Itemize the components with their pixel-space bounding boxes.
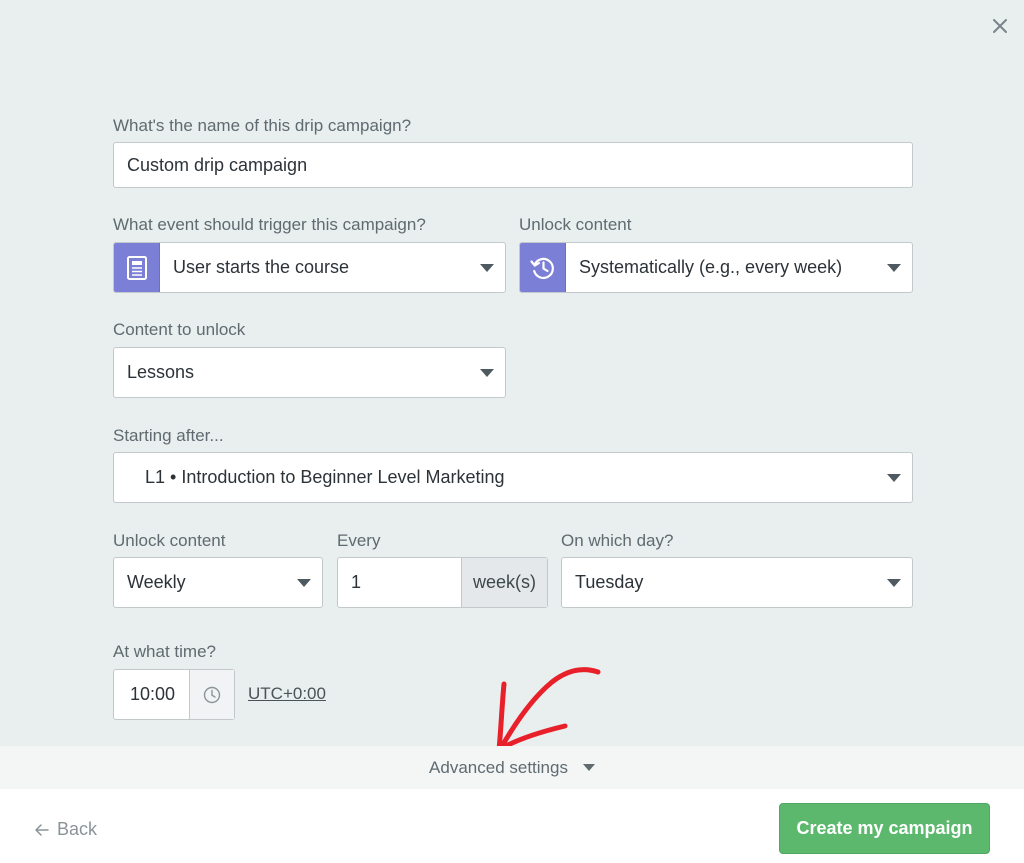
clock-icon xyxy=(203,686,221,703)
chevron-down-icon xyxy=(887,578,901,587)
every-value: 1 xyxy=(351,572,362,592)
chevron-down-icon xyxy=(582,764,595,771)
chevron-down-icon xyxy=(887,263,901,272)
frequency-select[interactable]: Weekly xyxy=(113,557,323,608)
chevron-down-icon xyxy=(887,473,901,482)
day-value: Tuesday xyxy=(575,572,644,592)
history-icon xyxy=(529,257,554,279)
chevron-down-icon xyxy=(480,368,494,377)
unlock-select[interactable]: Systematically (e.g., every week) xyxy=(519,242,913,293)
trigger-select[interactable]: User starts the course xyxy=(113,242,506,293)
unlock-value: Systematically (e.g., every week) xyxy=(579,257,843,277)
back-button[interactable]: Back xyxy=(34,819,97,840)
starting-select[interactable]: L1 • Introduction to Beginner Level Mark… xyxy=(113,452,913,503)
close-icon xyxy=(993,19,1007,33)
content-select[interactable]: Lessons xyxy=(113,347,506,398)
campaign-name-input[interactable]: Custom drip campaign xyxy=(113,142,913,188)
advanced-settings-label: Advanced settings xyxy=(429,757,568,777)
frequency-label: Unlock content xyxy=(113,531,226,550)
starting-label: Starting after... xyxy=(113,426,224,445)
arrow-left-icon xyxy=(35,823,49,836)
campaign-name-value: Custom drip campaign xyxy=(127,154,308,175)
create-campaign-button[interactable]: Create my campaign xyxy=(779,803,990,854)
time-input[interactable]: 10:00 xyxy=(113,669,235,720)
footer: Back Create my campaign xyxy=(0,789,1024,863)
trigger-value: User starts the course xyxy=(173,257,350,277)
time-value: 10:00 xyxy=(130,684,176,704)
every-input[interactable]: 1 week(s) xyxy=(337,557,548,608)
content-value: Lessons xyxy=(127,362,195,382)
starting-value: L1 • Introduction to Beginner Level Mark… xyxy=(145,467,505,487)
modal: What's the name of this drip campaign? C… xyxy=(0,0,1024,863)
chevron-down-icon xyxy=(297,578,311,587)
advanced-settings-toggle[interactable]: Advanced settings xyxy=(0,746,1024,789)
every-unit: week(s) xyxy=(461,558,547,607)
trigger-label: What event should trigger this campaign? xyxy=(113,215,426,234)
unlock-label: Unlock content xyxy=(519,215,632,234)
trigger-icon-box xyxy=(114,243,160,292)
every-label: Every xyxy=(337,531,381,550)
time-picker-button[interactable] xyxy=(189,670,234,719)
chevron-down-icon xyxy=(480,263,494,272)
day-label: On which day? xyxy=(561,531,674,550)
close-button[interactable] xyxy=(988,14,1012,38)
day-select[interactable]: Tuesday xyxy=(561,557,913,608)
annotation-arrow xyxy=(496,667,601,753)
back-label: Back xyxy=(57,819,98,839)
document-icon xyxy=(126,255,147,280)
content-label: Content to unlock xyxy=(113,320,246,339)
frequency-value: Weekly xyxy=(127,572,186,592)
time-label: At what time? xyxy=(113,642,216,661)
timezone-link[interactable]: UTC+0:00 xyxy=(248,684,326,704)
unlock-icon-box xyxy=(520,243,566,292)
campaign-name-label: What's the name of this drip campaign? xyxy=(113,116,412,135)
